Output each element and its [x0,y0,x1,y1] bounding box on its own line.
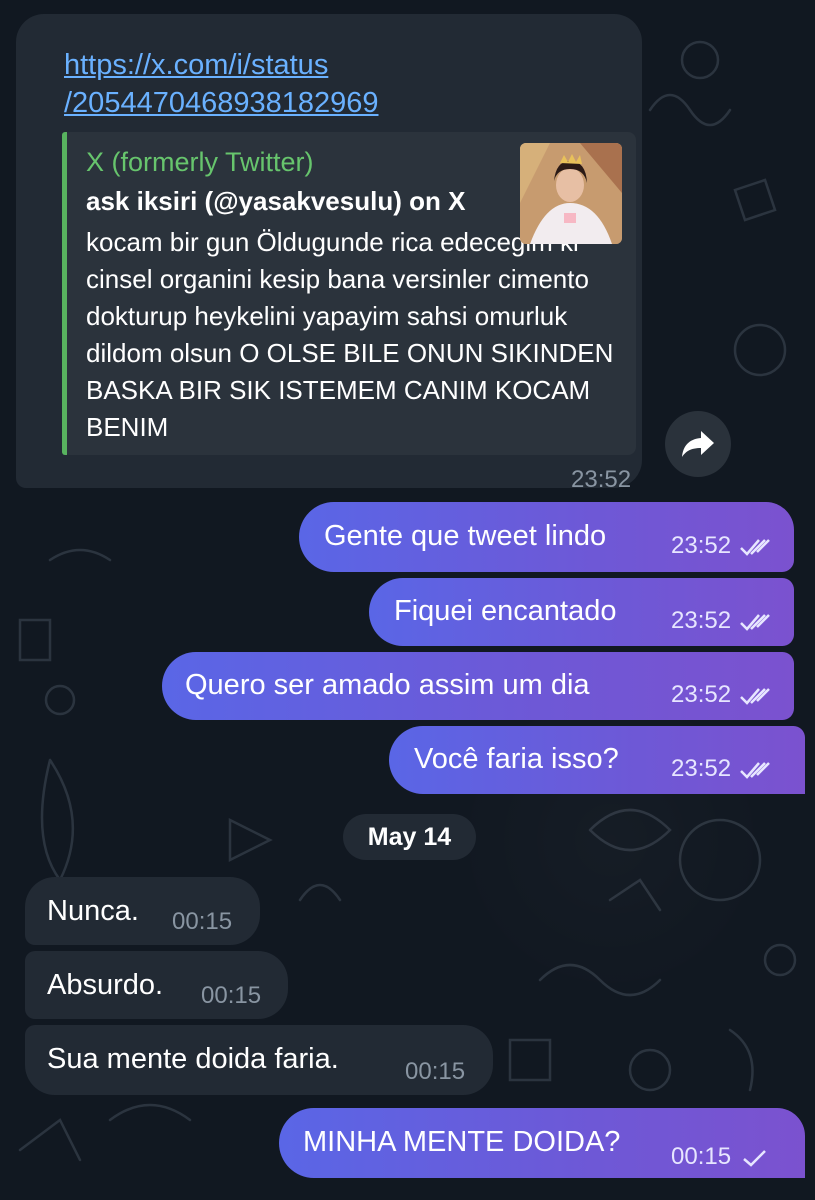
link-message-bubble[interactable]: https://x.com/i/status /2054470468938182… [16,14,642,493]
message-text: Sua mente doida faria. [47,1043,339,1075]
message-time: 23:52 [671,532,732,559]
outgoing-message[interactable]: Fiquei encantado 23:52 [369,578,794,646]
double-check-icon [740,538,770,556]
message-meta: 23:52 [671,607,773,635]
message-text: Nunca. [47,895,139,927]
message-meta: 00:15 [671,1143,769,1171]
message-time: 00:15 [405,1058,466,1085]
forward-arrow-icon [682,431,714,457]
outgoing-message[interactable]: MINHA MENTE DOIDA? 00:15 [279,1108,805,1178]
double-check-icon [740,687,770,705]
message-text: Absurdo. [47,969,164,1001]
message-text: MINHA MENTE DOIDA? [303,1126,621,1158]
preview-title: ask iksiri (@yasakvesulu) on X [86,186,466,216]
incoming-message[interactable]: Sua mente doida faria. 00:15 [25,1025,493,1095]
message-text: Você faria isso? [414,743,619,775]
status-link[interactable]: https://x.com/i/status /2054470468938182… [64,46,379,122]
message-time: 00:15 [671,1143,732,1170]
message-text: Quero ser amado assim um dia [185,669,590,701]
preview-body-text: kocam bir gun Öldugunde rica edecegim ki… [86,227,614,442]
incoming-message[interactable]: Nunca. 00:15 [25,877,260,945]
message-time: 00:15 [201,982,262,1009]
outgoing-message[interactable]: Gente que tweet lindo 23:52 [299,502,794,572]
link-url-line1[interactable]: https://x.com/i/status [64,49,328,81]
double-check-icon [740,613,770,631]
incoming-message[interactable]: Absurdo. 00:15 [25,951,288,1019]
message-text: Fiquei encantado [394,595,617,627]
message-time: 23:52 [671,607,732,634]
message-meta: 23:52 [671,532,773,560]
outgoing-message[interactable]: Você faria isso? 23:52 [389,726,805,794]
single-check-icon [743,1149,766,1167]
message-time: 23:52 [671,681,732,708]
message-time: 23:52 [671,755,732,782]
preview-site-name: X (formerly Twitter) [86,147,314,177]
message-meta: 23:52 [671,681,773,709]
message-time: 00:15 [172,908,233,935]
preview-thumbnail[interactable] [520,143,622,244]
link-url-line2[interactable]: /2054470468938182969 [64,87,379,119]
message-text: Gente que tweet lindo [324,520,607,552]
outgoing-message[interactable]: Quero ser amado assim um dia 23:52 [162,652,794,720]
message-meta: 23:52 [671,755,773,783]
message-time: 23:52 [571,466,632,493]
preview-accent-bar [62,132,67,455]
date-separator: May 14 [343,814,476,860]
double-check-icon [740,761,770,779]
share-button[interactable] [665,411,731,477]
link-preview-card[interactable]: X (formerly Twitter) ask iksiri (@yasakv… [62,132,636,455]
